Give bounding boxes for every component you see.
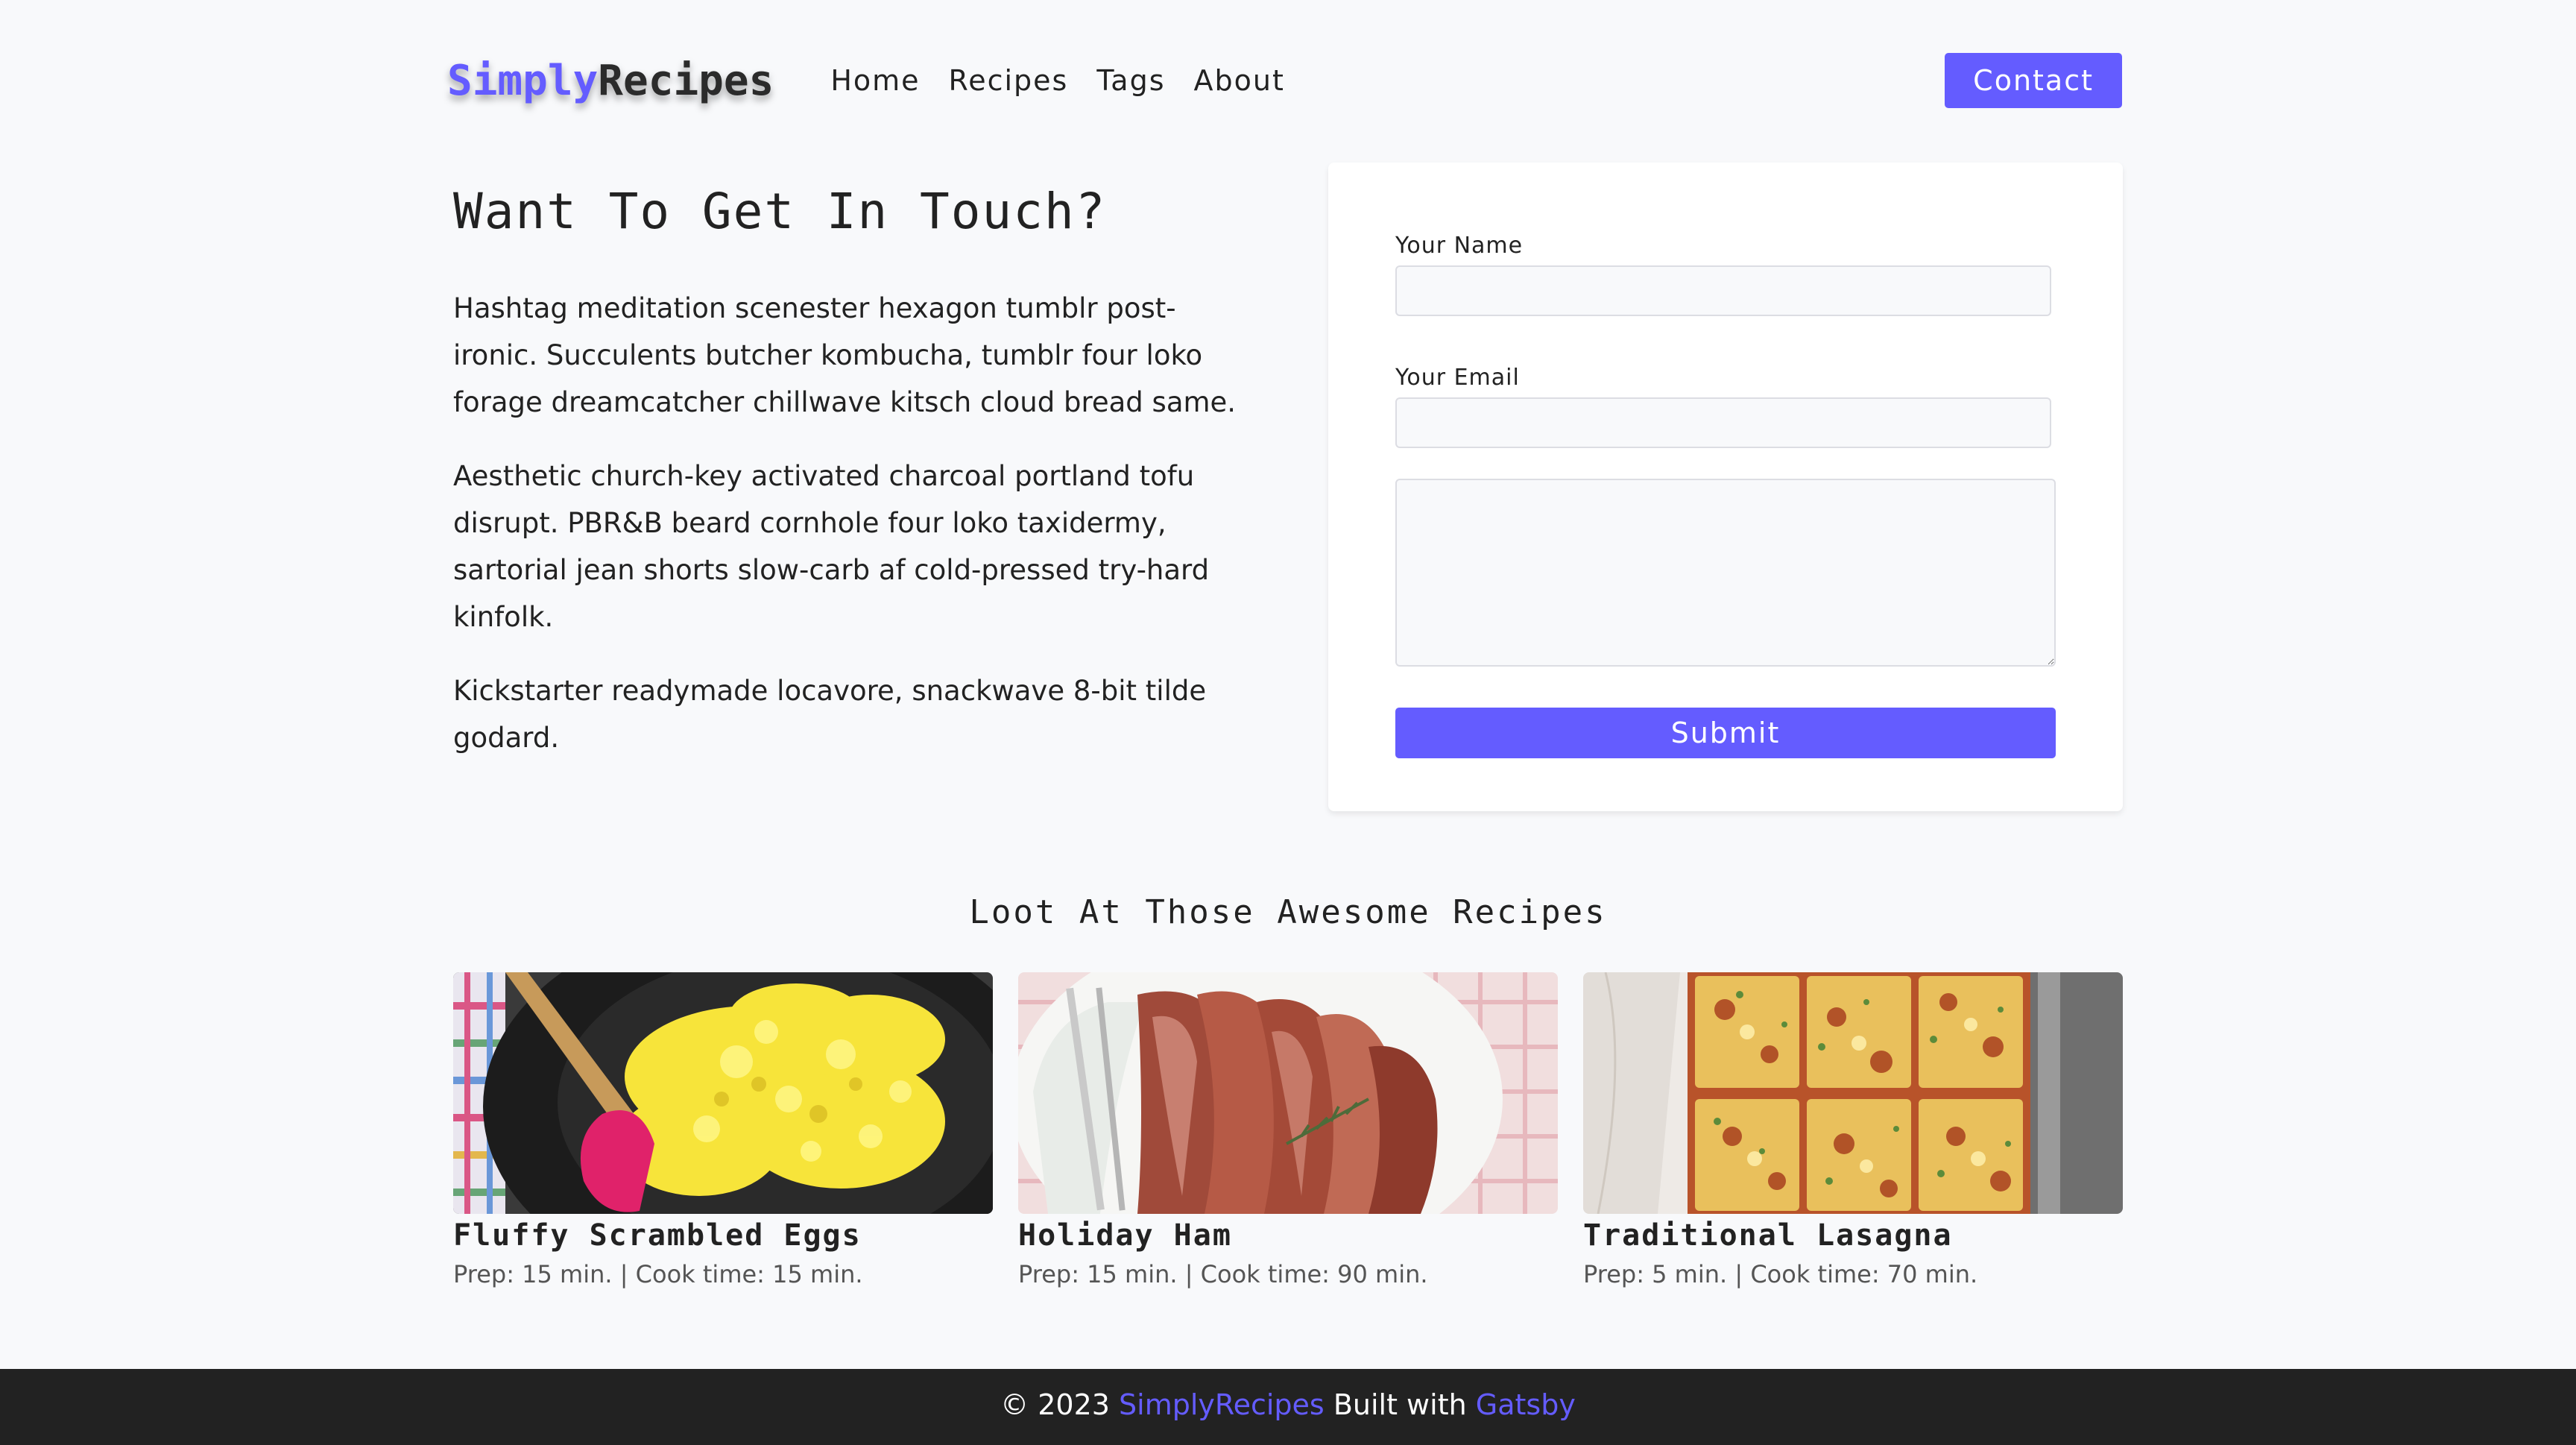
scrambled-eggs-photo	[453, 972, 993, 1214]
intro-paragraph-2: Aesthetic church-key activated charcoal …	[453, 460, 1210, 633]
lasagna-photo	[1583, 972, 2123, 1214]
holiday-ham-image[interactable]	[1018, 972, 1558, 1214]
email-field[interactable]	[1395, 397, 2051, 448]
recipe-meta: Prep: 5 min. | Cook time: 70 min.	[1583, 1260, 1978, 1288]
recipe-title[interactable]: Traditional Lasagna	[1583, 1218, 2123, 1253]
footer-gatsby-link[interactable]: Gatsby	[1476, 1388, 1576, 1421]
recipe-meta: Prep: 15 min. | Cook time: 15 min.	[453, 1260, 863, 1288]
contact-intro: Want To Get In Touch? Hashtag meditation…	[453, 183, 1258, 788]
recipes-section-title: Loot At Those Awesome Recipes	[969, 893, 1607, 931]
name-field[interactable]	[1395, 265, 2051, 316]
navbar: SimplyRecipes Home Recipes Tags About Co…	[447, 52, 2124, 109]
nav-link-tags[interactable]: Tags	[1096, 64, 1165, 97]
footer-brand-link[interactable]: SimplyRecipes	[1119, 1388, 1325, 1421]
recipe-card-holiday-ham[interactable]: Holiday Ham Prep: 15 min. | Cook time: 9…	[1018, 972, 1558, 1288]
logo-part-recipes: Recipes	[598, 56, 774, 105]
scrambled-eggs-image[interactable]	[453, 972, 993, 1214]
lasagna-image[interactable]	[1583, 972, 2123, 1214]
recipe-title[interactable]: Holiday Ham	[1018, 1218, 1558, 1253]
recipe-list: Fluffy Scrambled Eggs Prep: 15 min. | Co…	[453, 972, 2123, 1288]
nav-link-home[interactable]: Home	[830, 64, 920, 97]
footer-built-with: Built with	[1324, 1388, 1476, 1421]
email-label: Your Email	[1395, 365, 1520, 391]
logo-part-simply: Simply	[447, 56, 599, 105]
intro-paragraph-3: Kickstarter readymade locavore, snackwav…	[453, 675, 1207, 754]
holiday-ham-photo	[1018, 972, 1558, 1214]
page-title: Want To Get In Touch?	[453, 183, 1107, 240]
nav-links: Home Recipes Tags About	[830, 64, 1285, 97]
recipe-meta: Prep: 15 min. | Cook time: 90 min.	[1018, 1260, 1428, 1288]
recipe-title[interactable]: Fluffy Scrambled Eggs	[453, 1218, 993, 1253]
recipe-card-traditional-lasagna[interactable]: Traditional Lasagna Prep: 5 min. | Cook …	[1583, 972, 2123, 1288]
name-label: Your Name	[1395, 233, 1524, 259]
submit-button[interactable]: Submit	[1395, 708, 2056, 758]
intro-paragraph-1: Hashtag meditation scenester hexagon tum…	[453, 292, 1237, 418]
contact-button[interactable]: Contact	[1945, 53, 2122, 108]
nav-link-recipes[interactable]: Recipes	[949, 64, 1069, 97]
message-textarea[interactable]	[1395, 479, 2056, 667]
nav-link-about[interactable]: About	[1194, 64, 1285, 97]
recipe-card-scrambled-eggs[interactable]: Fluffy Scrambled Eggs Prep: 15 min. | Co…	[453, 972, 993, 1288]
footer-copyright: © 2023	[1000, 1388, 1120, 1421]
footer: © 2023 SimplyRecipes Built with Gatsby	[0, 1369, 2576, 1445]
contact-form: Your Name Your Email Submit	[1328, 163, 2123, 811]
site-logo[interactable]: SimplyRecipes	[447, 57, 774, 105]
